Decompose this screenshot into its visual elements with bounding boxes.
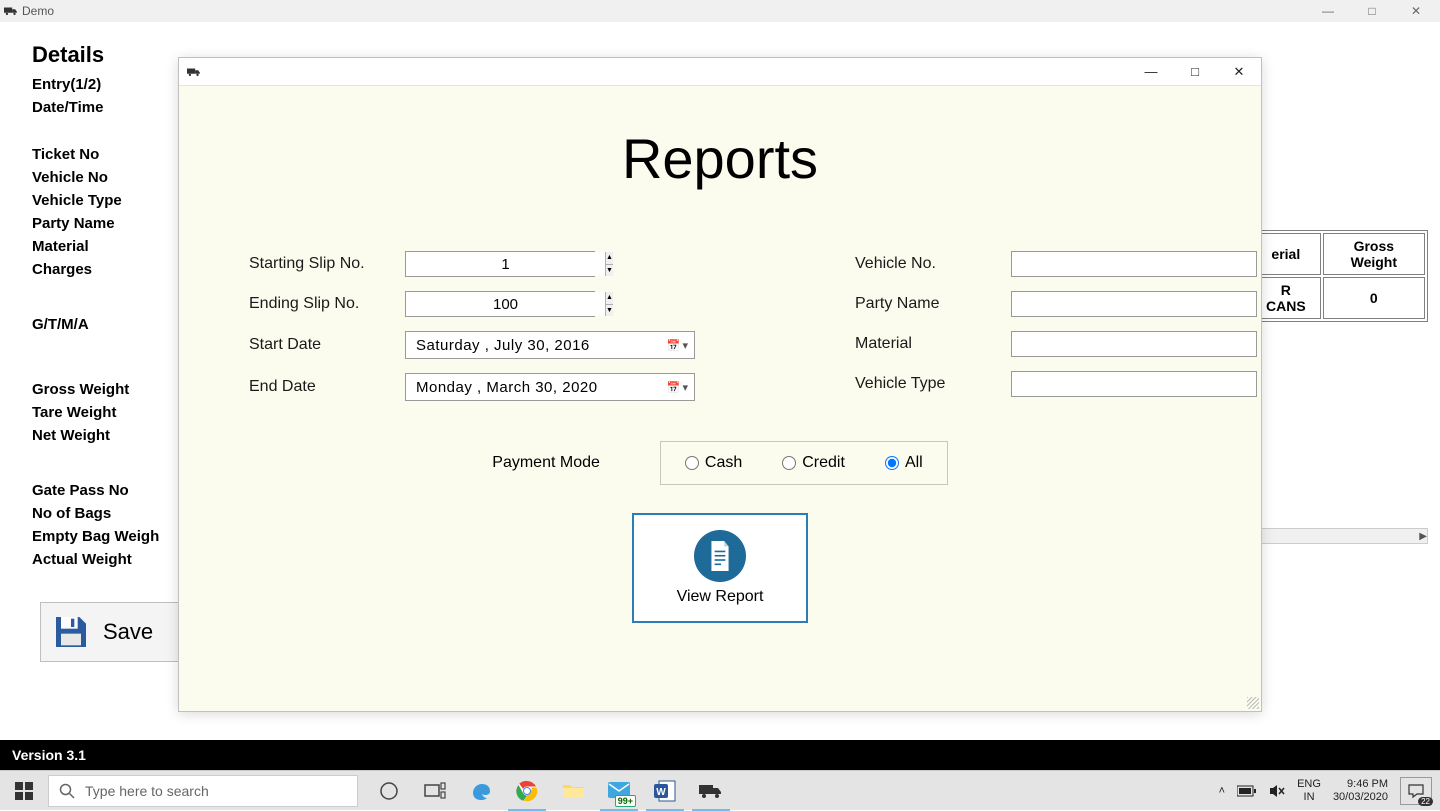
end-date-value: Monday , March 30, 2020 bbox=[416, 379, 598, 396]
payment-cash-label: Cash bbox=[705, 454, 742, 472]
save-button-label: Save bbox=[103, 619, 153, 645]
payment-mode-label: Payment Mode bbox=[492, 454, 600, 472]
background-scrollbar[interactable]: ▶ bbox=[1248, 528, 1428, 544]
save-button[interactable]: Save bbox=[40, 602, 195, 662]
version-text: Version 3.1 bbox=[12, 747, 86, 763]
mail-badge: 99+ bbox=[615, 795, 636, 807]
view-report-label: View Report bbox=[677, 588, 764, 606]
outer-window-titlebar: Demo — □ ✕ bbox=[0, 0, 1440, 22]
chevron-down-icon: ▾ bbox=[682, 339, 688, 352]
start-date-value: Saturday , July 30, 2016 bbox=[416, 337, 590, 354]
payment-credit-label: Credit bbox=[802, 454, 845, 472]
start-date-label: Start Date bbox=[249, 336, 389, 354]
file-explorer-icon[interactable] bbox=[550, 771, 596, 811]
payment-mode-group: Cash Credit All bbox=[660, 441, 948, 485]
outer-maximize-button[interactable]: □ bbox=[1350, 0, 1394, 22]
search-placeholder: Type here to search bbox=[85, 783, 209, 799]
payment-all-option[interactable]: All bbox=[885, 454, 923, 472]
start-date-picker[interactable]: Saturday , July 30, 2016 📅▾ bbox=[405, 331, 695, 359]
party-name-input[interactable] bbox=[1011, 291, 1257, 317]
vehicle-no-label: Vehicle No. bbox=[855, 255, 995, 273]
clock[interactable]: 9:46 PM30/03/2020 bbox=[1333, 778, 1388, 802]
notifications-icon[interactable]: 22 bbox=[1400, 777, 1432, 805]
material-input[interactable] bbox=[1011, 331, 1257, 357]
spinner-up-icon[interactable]: ▲ bbox=[606, 292, 613, 305]
chrome-browser-icon[interactable] bbox=[504, 771, 550, 811]
view-report-button[interactable]: View Report bbox=[632, 513, 808, 623]
table-row: R CANS 0 bbox=[1251, 277, 1425, 319]
modal-titlebar: — □ ✕ bbox=[179, 58, 1261, 86]
modal-close-button[interactable]: ✕ bbox=[1217, 58, 1261, 86]
mail-app-icon[interactable]: 99+ bbox=[596, 771, 642, 811]
start-button[interactable] bbox=[0, 771, 48, 811]
resize-grip-icon[interactable] bbox=[1247, 697, 1259, 709]
party-name-label: Party Name bbox=[855, 295, 995, 313]
spinner-down-icon[interactable]: ▼ bbox=[606, 265, 613, 277]
tray-chevron-up-icon[interactable]: ˄ bbox=[1219, 785, 1225, 797]
volume-muted-icon[interactable] bbox=[1269, 783, 1285, 799]
vehicle-type-label: Vehicle Type bbox=[855, 375, 995, 393]
save-icon bbox=[51, 612, 91, 652]
battery-icon[interactable] bbox=[1237, 785, 1257, 797]
svg-text:W: W bbox=[656, 787, 666, 798]
system-tray: ˄ ENGIN 9:46 PM30/03/2020 22 bbox=[1219, 777, 1440, 805]
cortana-icon[interactable] bbox=[366, 771, 412, 811]
background-data-table: erial Gross Weight R CANS 0 bbox=[1248, 230, 1428, 322]
windows-logo-icon bbox=[15, 782, 33, 800]
calendar-icon: 📅 bbox=[667, 339, 681, 352]
truck-icon bbox=[187, 66, 201, 78]
payment-cash-option[interactable]: Cash bbox=[685, 454, 742, 472]
language-indicator[interactable]: ENGIN bbox=[1297, 778, 1321, 802]
taskbar-search[interactable]: Type here to search bbox=[48, 775, 358, 807]
notification-count: 22 bbox=[1418, 797, 1433, 806]
calendar-icon: 📅 bbox=[667, 381, 681, 394]
task-view-icon[interactable] bbox=[412, 771, 458, 811]
modal-minimize-button[interactable]: — bbox=[1129, 58, 1173, 86]
reports-modal: — □ ✕ Reports Starting Slip No. ▲▼ bbox=[178, 57, 1262, 712]
table-header: Gross Weight bbox=[1323, 233, 1425, 275]
truck-icon bbox=[4, 5, 18, 17]
word-app-icon[interactable]: W bbox=[642, 771, 688, 811]
start-slip-input[interactable]: ▲▼ bbox=[405, 251, 595, 277]
spinner-up-icon[interactable]: ▲ bbox=[606, 252, 613, 265]
material-label: Material bbox=[855, 335, 995, 353]
main-area: Details Entry(1/2) Date/Time Ticket No V… bbox=[0, 22, 1440, 740]
end-date-label: End Date bbox=[249, 378, 389, 396]
vehicle-no-input[interactable] bbox=[1011, 251, 1257, 277]
modal-heading: Reports bbox=[209, 126, 1231, 191]
outer-window-title: Demo bbox=[22, 4, 54, 18]
edge-browser-icon[interactable] bbox=[458, 771, 504, 811]
spinner-down-icon[interactable]: ▼ bbox=[606, 305, 613, 317]
end-date-picker[interactable]: Monday , March 30, 2020 📅▾ bbox=[405, 373, 695, 401]
table-cell: 0 bbox=[1323, 277, 1425, 319]
start-slip-label: Starting Slip No. bbox=[249, 255, 389, 273]
payment-all-label: All bbox=[905, 454, 923, 472]
app-truck-icon[interactable] bbox=[688, 771, 734, 811]
end-slip-label: Ending Slip No. bbox=[249, 295, 389, 313]
vehicle-type-input[interactable] bbox=[1011, 371, 1257, 397]
report-document-icon bbox=[694, 530, 746, 582]
outer-minimize-button[interactable]: — bbox=[1306, 0, 1350, 22]
modal-maximize-button[interactable]: □ bbox=[1173, 58, 1217, 86]
payment-credit-option[interactable]: Credit bbox=[782, 454, 845, 472]
taskbar: Type here to search 99+ W ˄ ENGIN 9:46 P… bbox=[0, 770, 1440, 810]
chevron-down-icon: ▾ bbox=[682, 381, 688, 394]
outer-close-button[interactable]: ✕ bbox=[1394, 0, 1438, 22]
end-slip-input[interactable]: ▲▼ bbox=[405, 291, 595, 317]
version-bar: Version 3.1 bbox=[0, 740, 1440, 770]
search-icon bbox=[59, 783, 75, 799]
